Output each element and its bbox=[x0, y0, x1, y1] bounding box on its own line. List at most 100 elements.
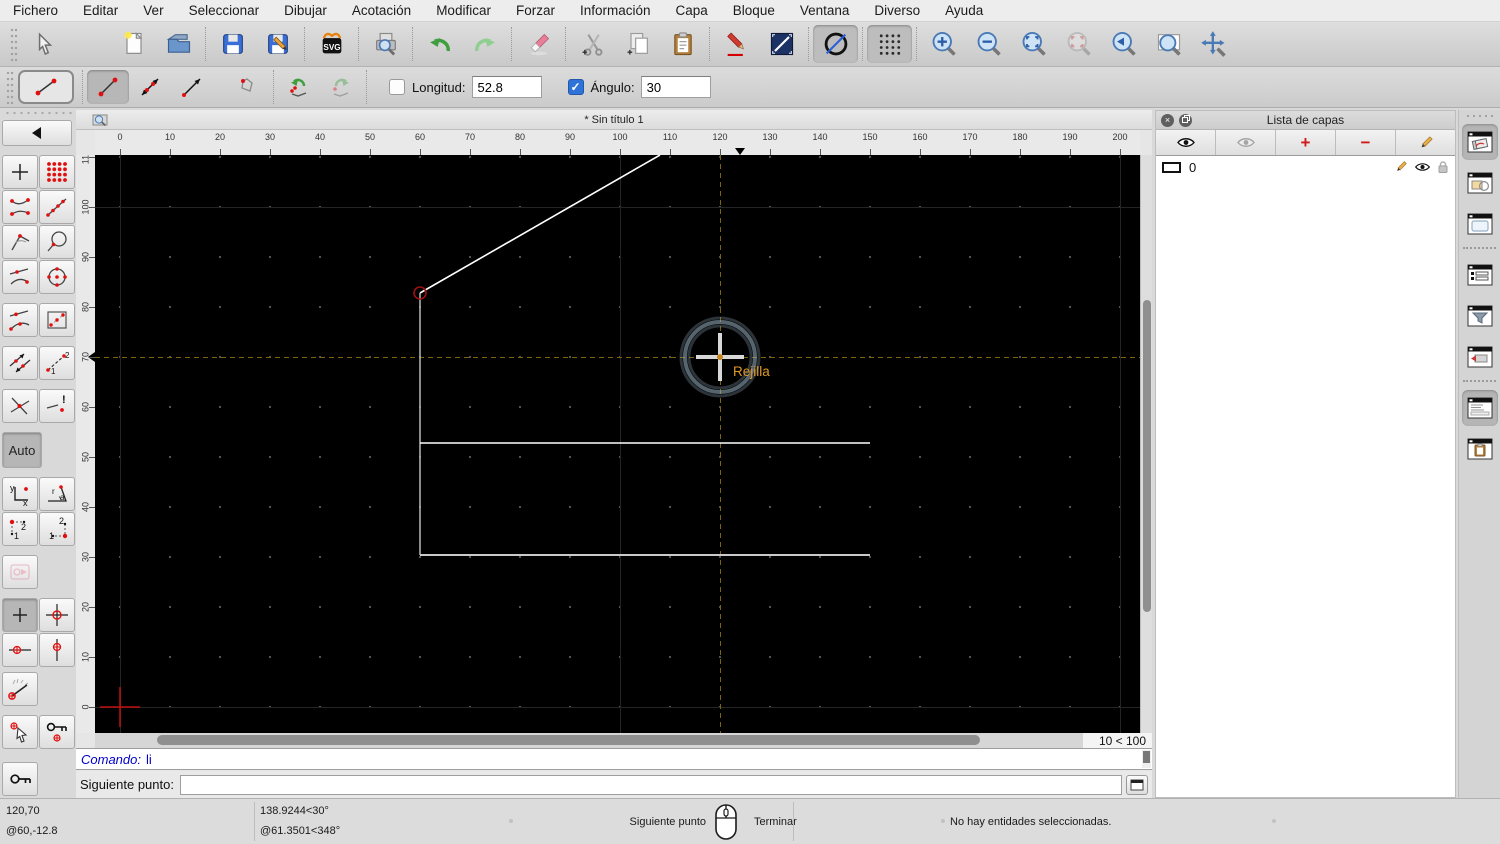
vertical-scrollbar-thumb[interactable] bbox=[1143, 300, 1151, 612]
snap-parallel-button[interactable] bbox=[2, 346, 38, 380]
command-window-button[interactable] bbox=[1126, 774, 1148, 795]
draw-pen-button[interactable] bbox=[714, 25, 759, 63]
coordinate-polar-button[interactable]: ra bbox=[39, 477, 75, 511]
restrict-horizontal-button[interactable] bbox=[2, 633, 38, 667]
restrict-off-button[interactable] bbox=[2, 555, 38, 589]
layer-lock-icon[interactable] bbox=[1437, 160, 1449, 174]
restrict-vertical-button[interactable] bbox=[39, 633, 75, 667]
zoom-out-button[interactable] bbox=[966, 25, 1011, 63]
menu-item-forzar[interactable]: Forzar bbox=[516, 3, 555, 18]
edit-layer-button[interactable] bbox=[1396, 130, 1455, 155]
svg-export-button[interactable]: SVG bbox=[309, 25, 354, 63]
remove-layer-button[interactable]: − bbox=[1336, 130, 1396, 155]
snap-tangent-button[interactable] bbox=[2, 303, 38, 337]
save-as-button[interactable] bbox=[255, 25, 300, 63]
snap-nearest-button[interactable] bbox=[2, 260, 38, 294]
menu-item-ventana[interactable]: Ventana bbox=[800, 3, 850, 18]
lock-relative-zero-button[interactable] bbox=[39, 715, 75, 749]
add-layer-button[interactable]: + bbox=[1276, 130, 1336, 155]
undo-button[interactable] bbox=[417, 25, 462, 63]
angle-gauge-button[interactable] bbox=[2, 672, 38, 706]
menu-item-acotación[interactable]: Acotación bbox=[352, 3, 411, 18]
dock-library-browser-button[interactable] bbox=[1462, 206, 1498, 242]
layer-edit-pencil-icon[interactable] bbox=[1394, 160, 1408, 174]
pick-coordinate-button[interactable] bbox=[2, 715, 38, 749]
menu-item-ayuda[interactable]: Ayuda bbox=[945, 3, 983, 18]
grid-toggle-button[interactable] bbox=[867, 25, 912, 63]
hide-all-layers-button[interactable] bbox=[1216, 130, 1276, 155]
zoom-back-button[interactable] bbox=[1101, 25, 1146, 63]
zoom-pan-button[interactable] bbox=[1191, 25, 1236, 63]
redo-button[interactable] bbox=[462, 25, 507, 63]
dock-entity-list-button[interactable] bbox=[1462, 257, 1498, 293]
angle-input[interactable] bbox=[640, 76, 711, 98]
menu-item-capa[interactable]: Capa bbox=[676, 3, 708, 18]
print-preview-button[interactable] bbox=[363, 25, 408, 63]
menu-item-modificar[interactable]: Modificar bbox=[436, 3, 491, 18]
toolbar-drag-handle[interactable] bbox=[10, 27, 18, 61]
dock-named-views-button[interactable] bbox=[1462, 339, 1498, 375]
set-relative-zero-button[interactable] bbox=[39, 598, 75, 632]
snap-free-button[interactable] bbox=[2, 155, 38, 189]
dock-block-list-button[interactable] bbox=[1462, 165, 1498, 201]
length-checkbox[interactable] bbox=[389, 79, 405, 95]
copy-button[interactable] bbox=[615, 25, 660, 63]
menu-item-dibujar[interactable]: Dibujar bbox=[284, 3, 327, 18]
snap-distance-button[interactable]: 12 bbox=[39, 346, 75, 380]
snap-intersection-manual-button[interactable]: ! bbox=[39, 389, 75, 423]
menu-item-seleccionar[interactable]: Seleccionar bbox=[189, 3, 260, 18]
menu-item-ver[interactable]: Ver bbox=[143, 3, 163, 18]
snap-endpoint-button[interactable] bbox=[2, 190, 38, 224]
toolbar-drag-handle[interactable] bbox=[6, 70, 14, 104]
command-scrollbar[interactable] bbox=[1142, 750, 1151, 768]
angle-checkbox[interactable]: ✓ bbox=[567, 79, 584, 95]
command-history-line[interactable]: Comando: li bbox=[76, 748, 1152, 770]
snap-on-circle-button[interactable] bbox=[39, 225, 75, 259]
snap-perpendicular-button[interactable] bbox=[2, 225, 38, 259]
save-button[interactable] bbox=[210, 25, 255, 63]
dock-filter-button[interactable] bbox=[1462, 298, 1498, 334]
coordinate-cartesian-button[interactable]: yx bbox=[2, 477, 38, 511]
key-lock-button[interactable] bbox=[2, 762, 38, 796]
zoom-auto-button[interactable] bbox=[1011, 25, 1056, 63]
float-panel-icon[interactable] bbox=[1179, 113, 1192, 127]
line-tool-button[interactable] bbox=[759, 25, 804, 63]
horizontal-scrollbar-thumb[interactable] bbox=[157, 735, 980, 745]
snap-on-entity-button[interactable] bbox=[39, 190, 75, 224]
zoom-window-button[interactable] bbox=[1146, 25, 1191, 63]
restrict-orthogonal-button[interactable] bbox=[39, 303, 75, 337]
snap-back-button[interactable] bbox=[2, 120, 72, 146]
line-angle-both-button[interactable] bbox=[129, 70, 171, 104]
undo-segment-button[interactable] bbox=[278, 70, 320, 104]
menu-item-fichero[interactable]: Fichero bbox=[13, 3, 58, 18]
polyline-button[interactable] bbox=[227, 70, 269, 104]
order-counterclockwise-button[interactable]: 12 bbox=[2, 512, 38, 546]
menu-item-bloque[interactable]: Bloque bbox=[733, 3, 775, 18]
paste-button[interactable] bbox=[660, 25, 705, 63]
dock-layer-list-button[interactable] bbox=[1461, 124, 1498, 160]
snap-grid-button[interactable] bbox=[39, 155, 75, 189]
redo-segment-button[interactable] bbox=[320, 70, 362, 104]
snap-center-button[interactable] bbox=[39, 260, 75, 294]
drawing-canvas[interactable]: Rejilla bbox=[95, 155, 1141, 733]
command-input[interactable] bbox=[179, 774, 1122, 795]
menu-item-información[interactable]: Información bbox=[580, 3, 651, 18]
length-input[interactable] bbox=[471, 76, 542, 98]
auto-snap-button[interactable]: Auto bbox=[2, 432, 42, 468]
open-file-button[interactable] bbox=[156, 25, 201, 63]
layer-row[interactable]: 0 bbox=[1156, 156, 1455, 178]
layer-visibility-eye-icon[interactable] bbox=[1414, 161, 1431, 173]
dock-clipboard-button[interactable] bbox=[1462, 431, 1498, 467]
select-arrow-tool[interactable] bbox=[22, 25, 67, 63]
line-angle-button[interactable] bbox=[171, 70, 213, 104]
dock-drag-handle[interactable] bbox=[1465, 113, 1494, 119]
menu-item-editar[interactable]: Editar bbox=[83, 3, 118, 18]
cut-button[interactable] bbox=[570, 25, 615, 63]
menu-item-diverso[interactable]: Diverso bbox=[874, 3, 920, 18]
ellipse-arc-tool-button[interactable] bbox=[813, 25, 858, 63]
order-clockwise-button[interactable]: 12 bbox=[39, 512, 75, 546]
snap-intersection-button[interactable] bbox=[2, 389, 38, 423]
delete-button[interactable] bbox=[516, 25, 561, 63]
zoom-previous-button[interactable] bbox=[1056, 25, 1101, 63]
line-two-points-button[interactable] bbox=[87, 70, 129, 104]
